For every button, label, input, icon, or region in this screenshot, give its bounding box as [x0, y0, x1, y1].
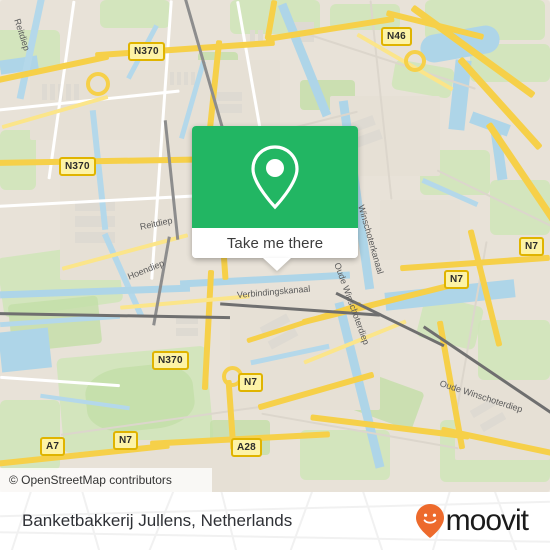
place-callout[interactable]: Take me there — [192, 126, 358, 271]
map-place-label: Hoendiep — [126, 257, 166, 282]
map-place-label: Reitdiep — [138, 215, 174, 232]
map-place-label: Oude Winschoterdiep — [332, 261, 372, 347]
callout-card-footer[interactable]: Take me there — [192, 228, 358, 258]
map-place-label: Winschoterkanaal — [356, 203, 386, 276]
map-attribution[interactable]: © OpenStreetMap contributors — [0, 468, 212, 492]
map-place-label: Oude Winschoterdiep — [438, 378, 524, 415]
callout-card-header — [192, 126, 358, 228]
map-canvas[interactable]: N370 N46 N370 N7 N7 N370 N7 A7 N7 A28 Reitdiep Rei… — [0, 0, 550, 492]
callout-card[interactable]: Take me there — [192, 126, 358, 258]
map-screenshot: N370 N46 N370 N7 N7 N370 N7 A7 N7 A28 Reitdiep Rei… — [0, 0, 550, 550]
map-place-label: Reitdiep — [12, 17, 32, 52]
callout-pointer — [263, 258, 291, 271]
attribution-text: © OpenStreetMap contributors — [9, 473, 172, 487]
moovit-wordmark: moovit — [445, 504, 529, 537]
take-me-there-label: Take me there — [226, 234, 324, 252]
map-place-label: Verbindingskanaal — [236, 283, 311, 300]
map-pin-icon — [251, 145, 299, 210]
place-title: Banketbakkerij Jullens, Netherlands — [22, 511, 293, 530]
moovit-smiley-pin-icon — [415, 504, 444, 538]
moovit-logo[interactable]: moovit — [415, 503, 529, 539]
footer-bar: Banketbakkerij Jullens, Netherlands moov… — [0, 492, 550, 550]
